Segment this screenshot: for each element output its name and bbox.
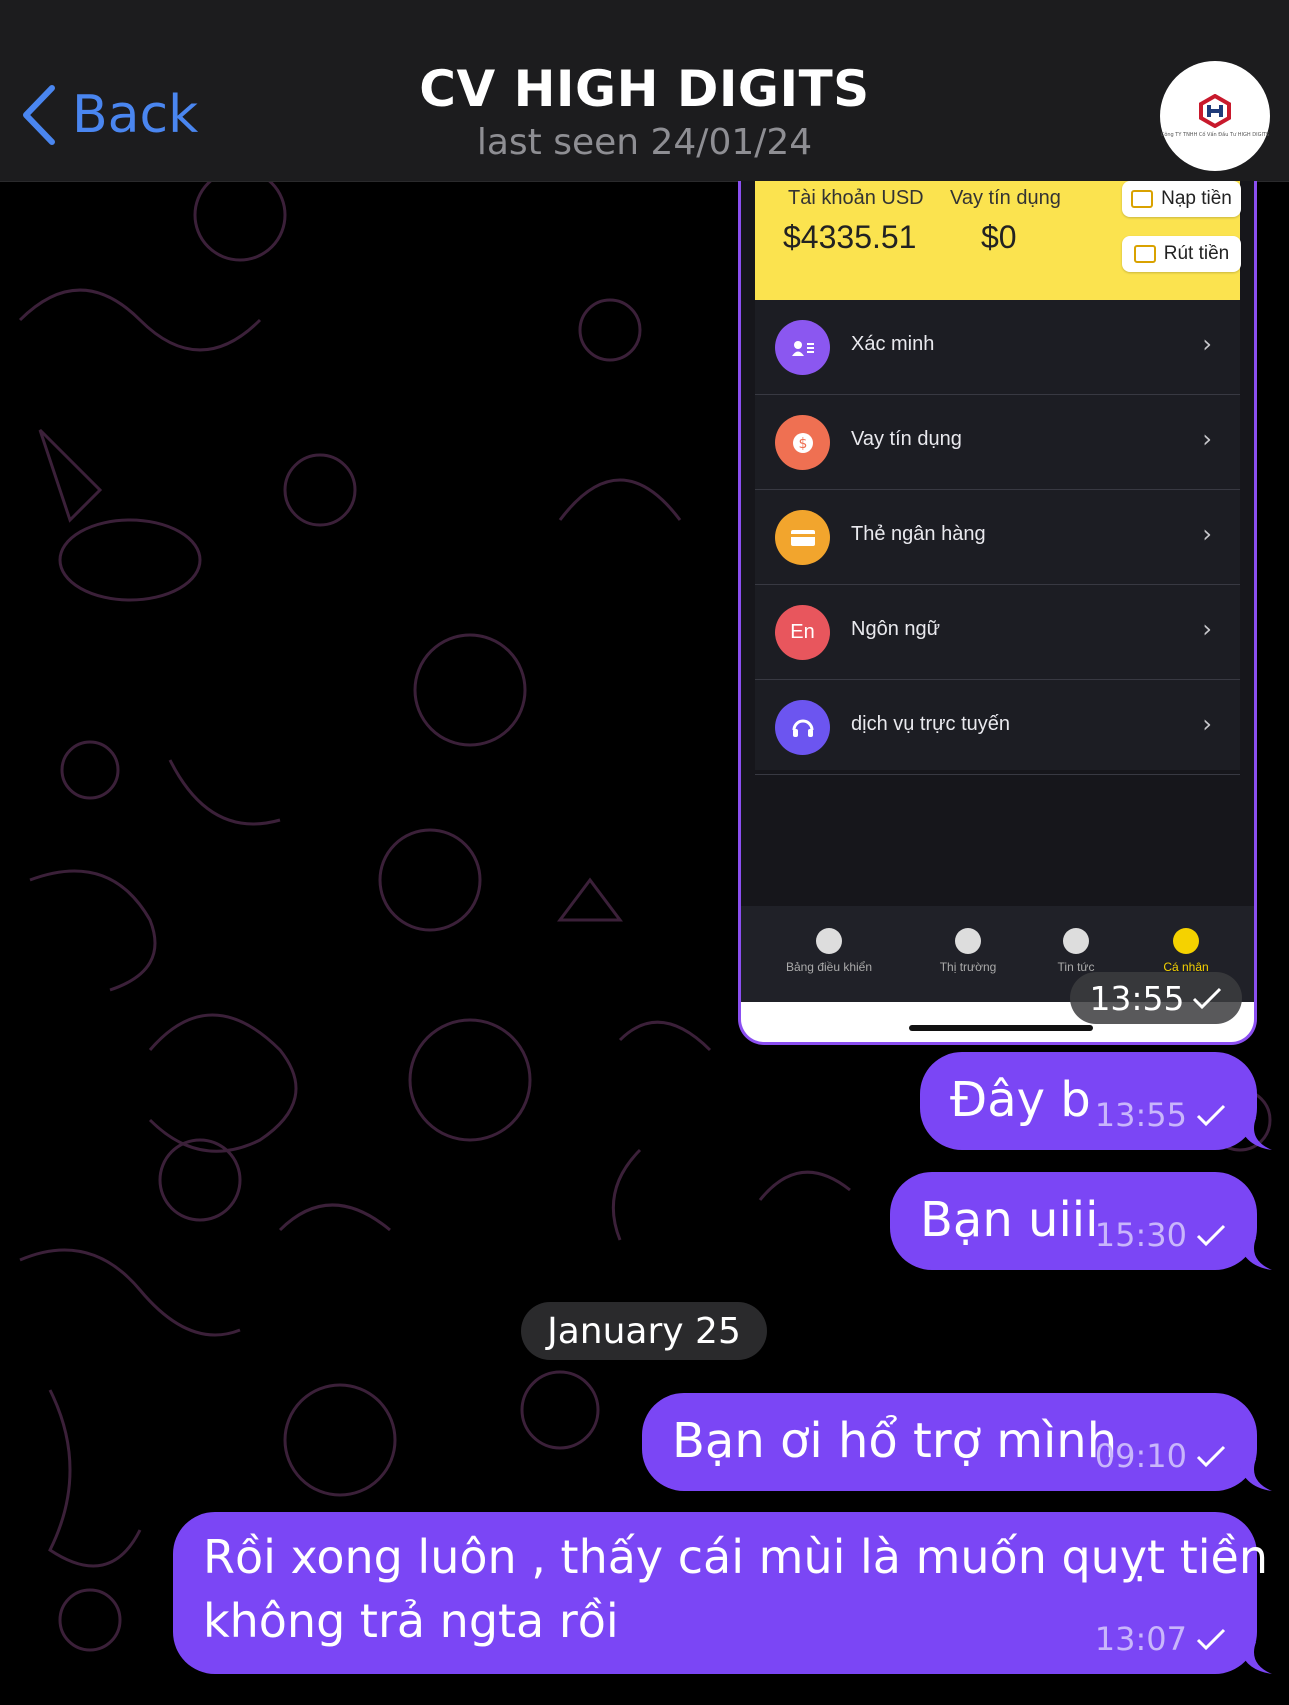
outgoing-message[interactable]: Đây b 13:55 xyxy=(920,1052,1257,1150)
chevron-right-icon: › xyxy=(1202,520,1212,548)
bubble-tail xyxy=(1238,1118,1272,1150)
deposit-button: Nạp tiền xyxy=(1122,181,1241,217)
date-separator: January 25 xyxy=(521,1302,767,1360)
sent-check-icon xyxy=(1196,1104,1226,1127)
chevron-right-icon: › xyxy=(1202,615,1212,643)
message-text-line-1: Rồi xong luôn , thấy cái mùi là muốn quỵ… xyxy=(203,1530,1268,1584)
id-card-icon xyxy=(775,320,830,375)
menu-label: Ngôn ngữ xyxy=(851,618,941,640)
deposit-label: Nạp tiền xyxy=(1161,188,1232,209)
sent-check-icon xyxy=(1196,1224,1226,1247)
withdraw-label: Rút tiền xyxy=(1163,243,1230,264)
image-message[interactable]: Tài khoản USD $4335.51 Vay tín dụng $0 N… xyxy=(738,181,1257,1045)
sent-check-icon xyxy=(1196,1445,1226,1468)
language-icon: En xyxy=(775,605,830,660)
app-screenshot: Tài khoản USD $4335.51 Vay tín dụng $0 N… xyxy=(741,181,1254,1002)
chat-title[interactable]: CV HIGH DIGITS xyxy=(0,60,1289,118)
message-meta: 13:07 xyxy=(1095,1620,1227,1658)
account-label: Tài khoản USD xyxy=(788,187,924,209)
outgoing-message[interactable]: Rồi xong luôn , thấy cái mùi là muốn quỵ… xyxy=(173,1512,1268,1674)
account-value: $4335.51 xyxy=(783,219,917,255)
divider xyxy=(755,774,1240,775)
message-text: Đây b xyxy=(950,1072,1091,1128)
tab-label: Bảng điều khiển xyxy=(785,960,873,974)
menu-item-verify: Xác minh › xyxy=(755,300,1240,395)
sent-check-icon xyxy=(1192,987,1221,1010)
chevron-right-icon: › xyxy=(1202,425,1212,453)
message-time: 09:10 xyxy=(1094,1437,1187,1475)
avatar-caption: Công TY TNHH Cố Vấn Đầu Tư HIGH DIGITS xyxy=(1160,132,1270,138)
message-text: Bạn uiii xyxy=(920,1192,1099,1248)
message-meta: 09:10 xyxy=(1095,1437,1227,1475)
image-timestamp: 13:55 xyxy=(1070,972,1242,1024)
tab-market: Thị trường xyxy=(913,928,1023,974)
sent-check-icon xyxy=(1196,1628,1226,1651)
bubble-tail xyxy=(1238,1642,1272,1674)
menu-label: Thẻ ngân hàng xyxy=(851,523,986,545)
outgoing-message[interactable]: Bạn ơi hổ trợ mình 09:10 xyxy=(642,1393,1257,1491)
tab-dashboard: Bảng điều khiển xyxy=(769,928,889,974)
message-text: Bạn ơi hổ trợ mình xyxy=(672,1413,1118,1469)
chevron-right-icon: › xyxy=(1202,330,1212,358)
company-logo-icon xyxy=(1199,94,1231,128)
account-card: Tài khoản USD $4335.51 Vay tín dụng $0 N… xyxy=(755,181,1241,300)
bubble-tail xyxy=(1238,1238,1272,1270)
compass-icon xyxy=(1063,928,1089,954)
menu-item-online-service: dịch vụ trực tuyến › xyxy=(755,680,1240,775)
message-meta: 15:30 xyxy=(1095,1216,1227,1254)
market-icon xyxy=(955,928,981,954)
chevron-right-icon: › xyxy=(1202,710,1212,738)
card-icon xyxy=(775,510,830,565)
chat-header: Back CV HIGH DIGITS last seen 24/01/24 C… xyxy=(0,0,1289,182)
message-time: 13:55 xyxy=(1089,978,1185,1018)
loan-value: $0 xyxy=(981,219,1017,255)
loan-label: Vay tín dụng xyxy=(950,187,1061,209)
withdraw-button: Rút tiền xyxy=(1122,236,1241,272)
message-text-line-2: không trả ngta rồi xyxy=(203,1594,619,1648)
menu-label: Vay tín dụng xyxy=(851,428,962,450)
deposit-icon xyxy=(1131,190,1154,208)
person-icon xyxy=(1173,928,1199,954)
message-time: 13:07 xyxy=(1094,1620,1187,1658)
message-time: 15:30 xyxy=(1094,1216,1187,1254)
menu-label: Xác minh xyxy=(851,333,935,355)
tab-label: Thị trường xyxy=(939,960,997,974)
message-time: 13:55 xyxy=(1094,1096,1187,1134)
menu-item-bank-card: Thẻ ngân hàng › xyxy=(755,490,1240,585)
tab-profile: Cá nhân xyxy=(1141,928,1231,974)
menu-item-language: En Ngôn ngữ › xyxy=(755,585,1240,680)
message-meta: 13:55 xyxy=(1095,1096,1227,1134)
profile-menu: Xác minh › $ Vay tín dụng › Thẻ ngân hàn… xyxy=(755,300,1240,775)
outgoing-message[interactable]: Bạn uiii 15:30 xyxy=(890,1172,1257,1270)
bubble-tail xyxy=(1238,1459,1272,1491)
menu-label: dịch vụ trực tuyến xyxy=(851,713,1011,735)
contact-avatar[interactable]: Công TY TNHH Cố Vấn Đầu Tư HIGH DIGITS xyxy=(1160,61,1270,171)
home-indicator xyxy=(909,1025,1093,1031)
withdraw-icon xyxy=(1133,245,1156,263)
headset-icon xyxy=(775,700,830,755)
svg-text:$: $ xyxy=(798,436,807,452)
menu-item-loan: $ Vay tín dụng › xyxy=(755,395,1240,490)
tab-news: Tin tức xyxy=(1031,928,1121,974)
last-seen-status: last seen 24/01/24 xyxy=(476,122,813,163)
home-icon xyxy=(816,928,842,954)
coin-icon: $ xyxy=(775,415,830,470)
